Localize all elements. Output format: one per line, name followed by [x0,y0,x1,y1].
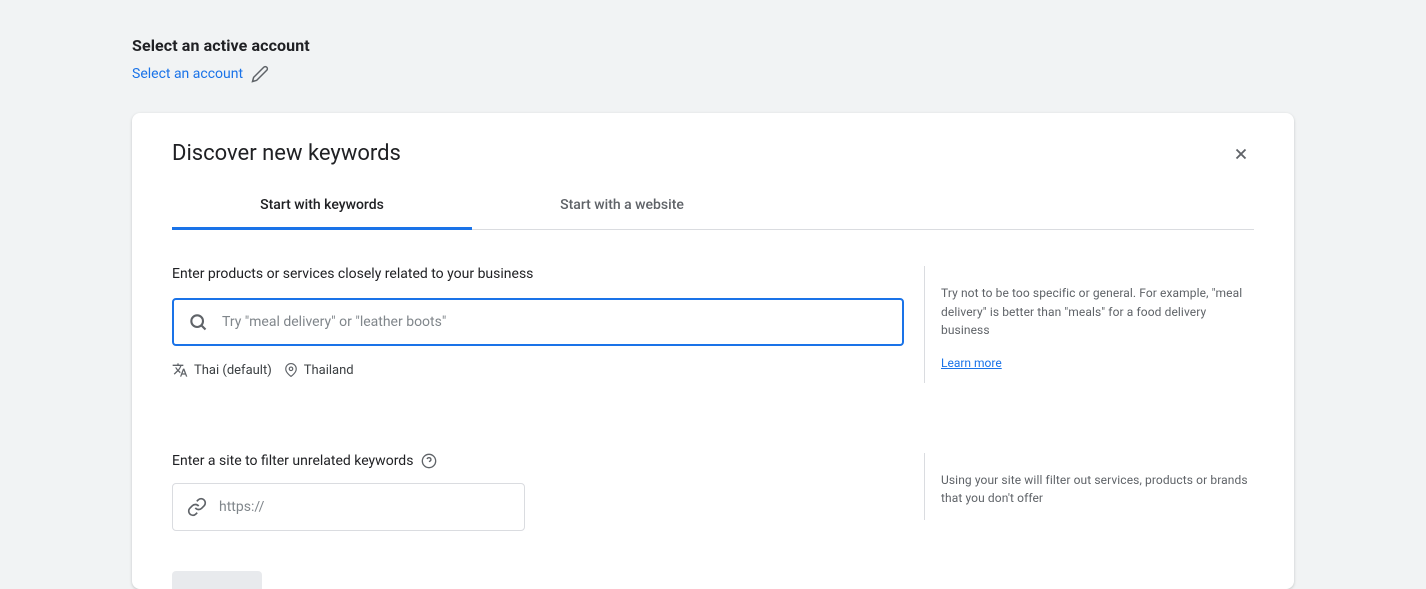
translate-icon [172,362,188,378]
language-label: Thai (default) [194,363,272,378]
close-icon[interactable] [1228,141,1254,167]
discover-card: Discover new keywords Start with keyword… [132,113,1294,589]
tab-start-with-keywords[interactable]: Start with keywords [172,183,472,230]
tabs: Start with keywords Start with a website [172,183,1254,230]
keywords-input-container[interactable] [172,298,904,346]
learn-more-link[interactable]: Learn more [941,356,1002,370]
page-title: Select an active account [132,36,1294,55]
search-icon [188,312,208,332]
site-help-text: Using your site will filter out services… [941,471,1254,508]
site-label: Enter a site to filter unrelated keyword… [172,453,413,469]
keywords-input[interactable] [222,314,888,330]
card-title: Discover new keywords [172,141,401,166]
tab-start-with-website[interactable]: Start with a website [472,183,772,230]
edit-icon[interactable] [251,65,269,83]
site-input[interactable] [219,499,510,515]
site-input-container[interactable] [172,483,525,531]
language-selector[interactable]: Thai (default) [172,362,272,378]
submit-button [172,571,262,589]
location-selector[interactable]: Thailand [284,363,354,378]
keywords-help-text: Try not to be too specific or general. F… [941,284,1254,340]
select-account-link[interactable]: Select an account [132,66,243,82]
help-icon[interactable] [421,453,437,469]
account-header: Select an active account Select an accou… [132,36,1294,83]
link-icon [187,497,207,517]
keywords-label: Enter products or services closely relat… [172,266,904,282]
location-icon [284,363,298,377]
location-label: Thailand [304,363,354,378]
